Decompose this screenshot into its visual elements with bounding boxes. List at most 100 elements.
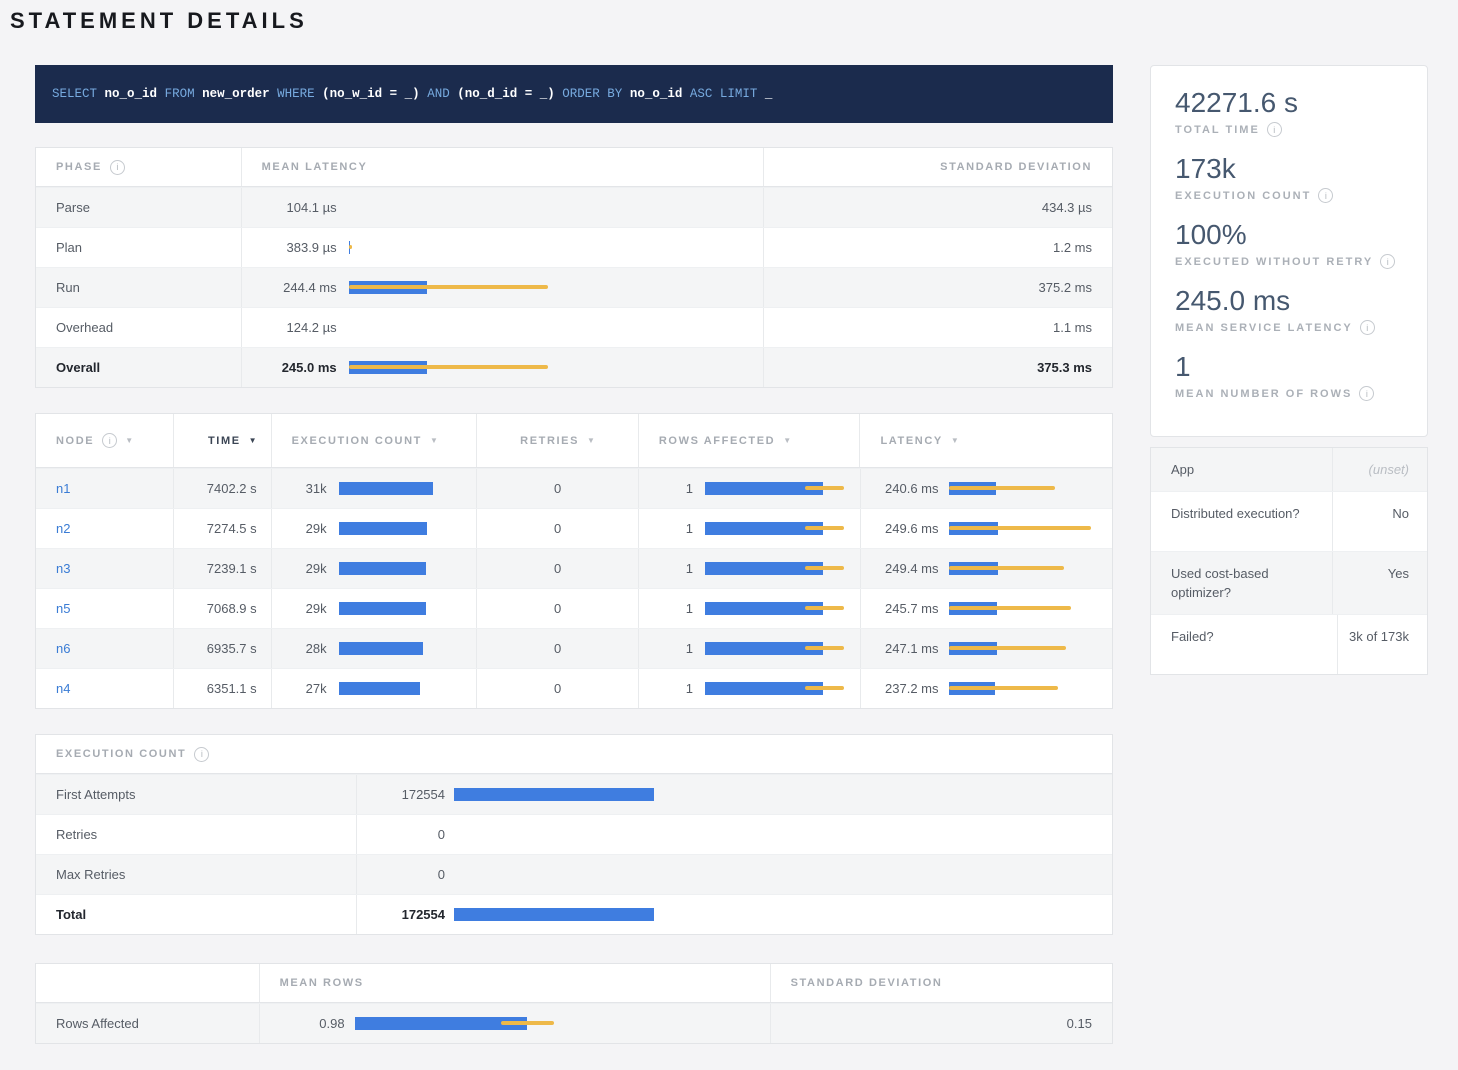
table-row: Max Retries 0	[36, 854, 1112, 894]
node-retries: 0	[476, 669, 638, 708]
stat-label: MEAN SERVICE LATENCY	[1175, 322, 1353, 334]
node-retries: 0	[476, 589, 638, 628]
node-row: n5 7068.9 s 29k 0 1 245.7 ms	[36, 588, 1112, 628]
info-icon[interactable]: i	[1380, 254, 1395, 269]
latency-bar-chart	[349, 201, 559, 214]
exec-count-bar-chart	[339, 522, 459, 535]
node-exec-count: 29k	[272, 561, 327, 576]
node-retries: 0	[476, 469, 638, 508]
sort-desc-icon[interactable]: ▼	[430, 436, 438, 445]
rows-affected-label: Rows Affected	[36, 1004, 259, 1043]
node-link[interactable]: n2	[56, 521, 70, 536]
stat-mean-number-of-rows: 1 MEAN NUMBER OF ROWSi	[1175, 350, 1403, 401]
sql-keyword: ASC	[690, 87, 713, 101]
latency-bar-chart	[949, 562, 1099, 575]
sql-identifier: (no_w_id = _)	[322, 87, 420, 101]
node-link[interactable]: n3	[56, 561, 70, 576]
rows-affected-bar-chart	[705, 642, 850, 655]
table-row: Parse 104.1 µs 434.3 µs	[36, 187, 1112, 227]
execution-count-column-header[interactable]: EXECUTION COUNT ▼	[271, 414, 477, 467]
node-row: n6 6935.7 s 28k 0 1 247.1 ms	[36, 628, 1112, 668]
rows-affected-bar-chart	[705, 682, 850, 695]
node-time: 7068.9 s	[173, 589, 271, 628]
node-time: 7239.1 s	[173, 549, 271, 588]
attribute-value: 3k of 173k	[1337, 615, 1427, 674]
sql-identifier: new_order	[202, 87, 270, 101]
execution-count-table-header: EXECUTION COUNT i	[36, 735, 1112, 774]
info-icon[interactable]: i	[1267, 122, 1282, 137]
std-deviation-column-header: STANDARD DEVIATION	[763, 148, 1112, 186]
rows-affected-bar-chart	[705, 482, 850, 495]
sql-statement-box: SELECT no_o_id FROM new_order WHERE (no_…	[35, 65, 1113, 123]
rows-affected-column-header[interactable]: ROWS AFFECTED ▼	[638, 414, 860, 467]
info-icon[interactable]: i	[110, 160, 125, 175]
rows-affected-bar-chart	[705, 602, 850, 615]
node-row: n2 7274.5 s 29k 0 1 249.6 ms	[36, 508, 1112, 548]
latency-column-header[interactable]: LATENCY ▼	[859, 414, 1112, 467]
sql-identifier: _	[765, 87, 773, 101]
sql-statement: SELECT no_o_id FROM new_order WHERE (no_…	[52, 87, 772, 101]
sql-keyword: SELECT	[52, 87, 97, 101]
retries-column-header[interactable]: RETRIES ▼	[476, 414, 638, 467]
latency-bar-chart	[349, 281, 559, 294]
phase-name: Plan	[36, 228, 241, 267]
node-column-header[interactable]: NODE i ▼	[36, 414, 173, 467]
rows-affected-bar-chart	[705, 562, 850, 575]
mean-rows-column-header: MEAN ROWS	[259, 964, 770, 1002]
summary-sidebar: 42271.6 s TOTAL TIMEi 173k EXECUTION COU…	[1150, 65, 1428, 675]
mean-latency-value: 244.4 ms	[262, 280, 337, 295]
node-latency: 237.2 ms	[861, 681, 939, 696]
execution-count-table: EXECUTION COUNT i First Attempts 172554 …	[35, 734, 1113, 935]
sql-identifier: (no_d_id = _)	[457, 87, 555, 101]
sql-identifier: no_o_id	[630, 87, 683, 101]
sort-desc-icon[interactable]: ▼	[125, 436, 133, 445]
node-latency: 247.1 ms	[861, 641, 939, 656]
node-table: NODE i ▼ TIME ▼ EXECUTION COUNT ▼ RETRIE…	[35, 413, 1113, 709]
stat-label: EXECUTION COUNT	[1175, 190, 1311, 202]
node-exec-count: 29k	[272, 601, 327, 616]
node-retries: 0	[476, 509, 638, 548]
node-table-header: NODE i ▼ TIME ▼ EXECUTION COUNT ▼ RETRIE…	[36, 414, 1112, 468]
exec-count-bar-chart	[454, 908, 1074, 921]
node-retries: 0	[476, 629, 638, 668]
node-latency: 245.7 ms	[861, 601, 939, 616]
node-exec-count: 27k	[272, 681, 327, 696]
node-row: n4 6351.1 s 27k 0 1 237.2 ms	[36, 668, 1112, 708]
time-column-header[interactable]: TIME ▼	[173, 414, 271, 467]
table-row: Run 244.4 ms 375.2 ms	[36, 267, 1112, 307]
attribute-row-optimizer: Used cost-based optimizer? Yes	[1151, 551, 1427, 614]
node-exec-count: 28k	[272, 641, 327, 656]
std-deviation-value: 375.2 ms	[763, 268, 1112, 307]
node-link[interactable]: n5	[56, 601, 70, 616]
info-icon[interactable]: i	[1359, 386, 1374, 401]
info-icon[interactable]: i	[1318, 188, 1333, 203]
exec-row-label: Max Retries	[36, 855, 356, 894]
sort-desc-icon[interactable]: ▼	[783, 436, 791, 445]
info-icon[interactable]: i	[102, 433, 117, 448]
exec-count-bar-chart	[339, 562, 459, 575]
node-time: 7402.2 s	[173, 469, 271, 508]
sort-desc-icon[interactable]: ▼	[951, 436, 959, 445]
sort-desc-icon[interactable]: ▼	[587, 436, 595, 445]
sort-desc-icon[interactable]: ▼	[249, 436, 257, 445]
std-deviation-value: 1.1 ms	[763, 308, 1112, 347]
node-row: n3 7239.1 s 29k 0 1 249.4 ms	[36, 548, 1112, 588]
info-icon[interactable]: i	[194, 747, 209, 762]
exec-count-bar-chart	[454, 868, 1074, 881]
exec-row-value: 172554	[357, 787, 445, 802]
phase-name: Overall	[36, 348, 241, 387]
attribute-label: App	[1151, 448, 1332, 491]
phase-column-header: PHASE i	[36, 148, 241, 186]
std-deviation-column-header: STANDARD DEVIATION	[770, 964, 1112, 1002]
attribute-label: Failed?	[1151, 615, 1332, 674]
info-icon[interactable]: i	[1360, 320, 1375, 335]
phase-name: Parse	[36, 188, 241, 227]
node-latency: 249.6 ms	[861, 521, 939, 536]
node-link[interactable]: n4	[56, 681, 70, 696]
node-link[interactable]: n1	[56, 481, 70, 496]
sql-keyword: FROM	[165, 87, 195, 101]
table-row: Overhead 124.2 µs 1.1 ms	[36, 307, 1112, 347]
table-row: Rows Affected 0.98 0.15	[36, 1003, 1112, 1043]
node-link[interactable]: n6	[56, 641, 70, 656]
latency-bar-chart	[949, 602, 1099, 615]
